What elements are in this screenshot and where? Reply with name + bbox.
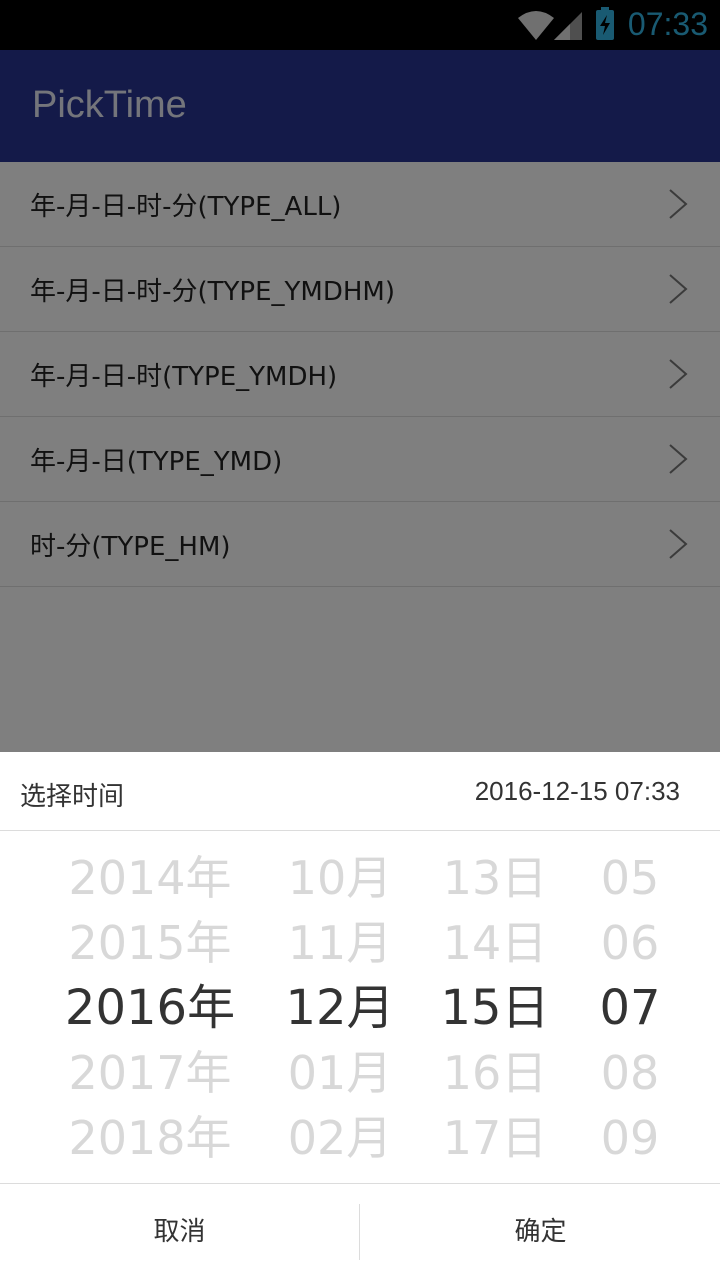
picker-title: 选择时间 bbox=[20, 782, 125, 812]
cancel-button[interactable]: 取消 bbox=[0, 1184, 359, 1281]
wheel-item[interactable]: 17日 bbox=[432, 1106, 558, 1171]
dim-overlay[interactable] bbox=[0, 0, 720, 752]
wheel-item[interactable]: 2017年 bbox=[60, 1041, 240, 1106]
wheel-item[interactable]: 2018年 bbox=[60, 1106, 240, 1171]
wheel-item-selected[interactable]: 2016年 bbox=[60, 976, 240, 1041]
wheel-item-selected[interactable]: 15日 bbox=[432, 976, 558, 1041]
wheel-item[interactable]: 09 bbox=[585, 1106, 675, 1171]
minute-wheel[interactable]: 05 06 07 08 09 bbox=[585, 846, 675, 1171]
wheel-item[interactable]: 06 bbox=[585, 911, 675, 976]
wheel-item[interactable]: 14日 bbox=[432, 911, 558, 976]
wheel-item[interactable]: 08 bbox=[585, 1041, 675, 1106]
wheel-item-selected[interactable]: 12月 bbox=[280, 976, 400, 1041]
day-wheel[interactable]: 13日 14日 15日 16日 17日 bbox=[432, 846, 558, 1171]
month-wheel[interactable]: 10月 11月 12月 01月 02月 bbox=[280, 846, 400, 1171]
wheel-item[interactable]: 11月 bbox=[280, 911, 400, 976]
wheel-item[interactable]: 01月 bbox=[280, 1041, 400, 1106]
wheel-item[interactable]: 2015年 bbox=[60, 911, 240, 976]
wheel-item-selected[interactable]: 07 bbox=[585, 976, 675, 1041]
time-picker-sheet: 选择时间 2016-12-15 07:33 2014年 2015年 2016年 … bbox=[0, 752, 720, 1280]
picker-footer: 取消 确定 bbox=[0, 1183, 720, 1281]
footer-divider bbox=[359, 1204, 360, 1260]
wheel-item[interactable]: 02月 bbox=[280, 1106, 400, 1171]
wheel-item[interactable]: 2014年 bbox=[60, 846, 240, 911]
year-wheel[interactable]: 2014年 2015年 2016年 2017年 2018年 bbox=[60, 846, 240, 1171]
wheel-item[interactable]: 16日 bbox=[432, 1041, 558, 1106]
picker-current-value: 2016-12-15 07:33 bbox=[474, 776, 680, 806]
wheel-item[interactable]: 05 bbox=[585, 846, 675, 911]
wheel-item[interactable]: 10月 bbox=[280, 846, 400, 911]
wheel-item[interactable]: 13日 bbox=[432, 846, 558, 911]
picker-header: 选择时间 2016-12-15 07:33 bbox=[0, 752, 720, 831]
confirm-button[interactable]: 确定 bbox=[361, 1184, 720, 1281]
